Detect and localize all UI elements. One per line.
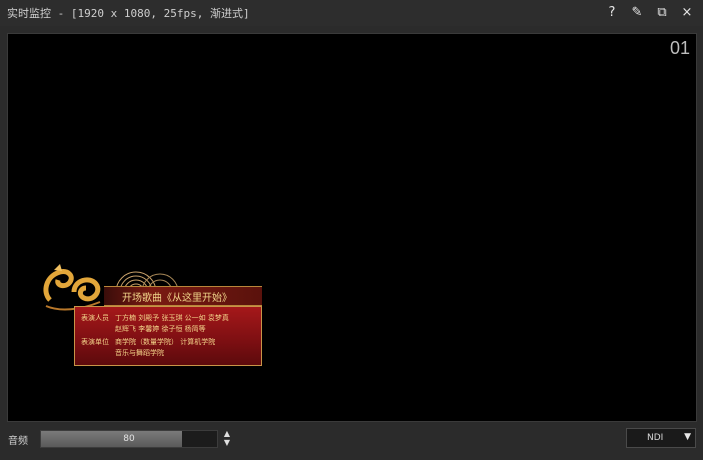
- performers-label: 表演人员: [81, 314, 109, 322]
- restore-icon[interactable]: ⧉: [652, 3, 672, 23]
- bottom-bar: 音频 80 ▲ ▼ NDI ▼: [0, 424, 703, 460]
- window-title: 实时监控 - [1920 x 1080, 25fps, 渐进式]: [7, 7, 250, 20]
- volume-value: 80: [123, 434, 135, 444]
- source-select[interactable]: NDI ▼: [626, 428, 696, 448]
- audio-volume-slider[interactable]: 80: [40, 430, 218, 448]
- performers-line-1: 丁方楠 刘殿予 张玉琪 公一如 袁梦真: [115, 314, 229, 322]
- performers-line-2: 赵辉飞 李馨婷 徐子恒 杨简等: [115, 325, 206, 333]
- chevron-down-icon: ▼: [684, 432, 691, 442]
- preview-viewport[interactable]: 01 开场歌曲《从这里开始》 表演人员 丁方楠 刘殿予 张玉琪 公一如 袁梦真 …: [7, 33, 697, 422]
- lower-third-overlay: 开场歌曲《从这里开始》 表演人员 丁方楠 刘殿予 张玉琪 公一如 袁梦真 赵辉飞…: [40, 262, 265, 370]
- close-icon[interactable]: ×: [677, 3, 697, 23]
- credits-panel: 表演人员 丁方楠 刘殿予 张玉琪 公一如 袁梦真 赵辉飞 李馨婷 徐子恒 杨简等…: [74, 306, 262, 366]
- audio-label: 音频: [8, 436, 28, 447]
- pin-icon[interactable]: ✎: [627, 3, 647, 23]
- units-line-2: 音乐与舞蹈学院: [115, 349, 164, 357]
- song-title: 开场歌曲《从这里开始》: [122, 293, 232, 304]
- help-icon[interactable]: ?: [602, 3, 622, 23]
- step-up-icon[interactable]: ▲: [221, 429, 233, 438]
- units-label: 表演单位: [81, 338, 109, 346]
- song-title-band: 开场歌曲《从这里开始》: [104, 286, 262, 306]
- channel-number: 01: [669, 38, 690, 58]
- volume-stepper[interactable]: ▲ ▼: [221, 429, 233, 447]
- title-bar: 实时监控 - [1920 x 1080, 25fps, 渐进式] ? ✎ ⧉ ×: [0, 0, 703, 26]
- step-down-icon[interactable]: ▼: [221, 438, 233, 447]
- source-value: NDI: [647, 433, 664, 443]
- units-line-1: 商学院（数量学院） 计算机学院: [115, 338, 216, 346]
